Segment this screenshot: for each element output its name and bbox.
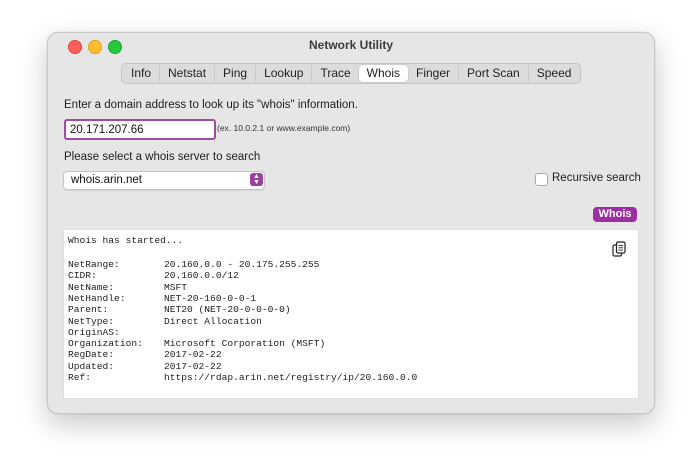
output-value: Microsoft Corporation (MSFT) bbox=[164, 338, 326, 350]
output-key: NetName: bbox=[68, 281, 115, 293]
output-value: 2017-02-22 bbox=[164, 360, 222, 372]
tab-port-scan[interactable]: Port Scan bbox=[458, 65, 528, 82]
tab-finger[interactable]: Finger bbox=[408, 65, 458, 82]
whois-output[interactable]: Whois has started... NetRange: 20.160.0.0… bbox=[63, 229, 639, 399]
output-value: Direct Allocation bbox=[164, 315, 262, 327]
output-value: 2017-02-22 bbox=[164, 349, 222, 361]
tab-speed[interactable]: Speed bbox=[527, 65, 580, 82]
chevron-up-down-icon: ▲ ▼ bbox=[250, 173, 263, 186]
output-key: CIDR: bbox=[68, 270, 97, 282]
copy-icon[interactable] bbox=[612, 241, 626, 257]
domain-hint: (ex. 10.0.2.1 or www.example.com) bbox=[217, 123, 351, 133]
output-value: MSFT bbox=[164, 281, 188, 293]
window-title: Network Utility bbox=[308, 38, 393, 52]
output-value: https://rdap.arin.net/registry/ip/20.160… bbox=[164, 372, 418, 383]
output-value: 20.160.0.0/12 bbox=[164, 270, 239, 282]
output-value: 20.160.0.0 - 20.175.255.255 bbox=[164, 259, 320, 270]
tab-whois[interactable]: Whois bbox=[358, 65, 409, 82]
output-key: Parent: bbox=[68, 304, 109, 316]
output-key: NetRange: bbox=[68, 259, 120, 270]
output-key: Updated: bbox=[68, 360, 115, 372]
tab-lookup[interactable]: Lookup bbox=[255, 65, 311, 82]
output-key: Organization: bbox=[68, 338, 143, 350]
tab-netstat[interactable]: Netstat bbox=[159, 65, 214, 82]
server-prompt: Please select a whois server to search bbox=[64, 151, 261, 163]
output-key: NetHandle: bbox=[68, 292, 126, 304]
output-key: OriginAS: bbox=[68, 326, 120, 338]
domain-input[interactable] bbox=[64, 119, 216, 140]
recursive-search-checkbox[interactable] bbox=[535, 173, 548, 186]
domain-prompt: Enter a domain address to look up its "w… bbox=[64, 99, 358, 111]
tab-trace[interactable]: Trace bbox=[311, 65, 358, 82]
recursive-search-label[interactable]: Recursive search bbox=[552, 172, 641, 184]
output-value: NET-20-160-0-0-1 bbox=[164, 292, 257, 304]
output-key: Ref: bbox=[68, 372, 92, 383]
output-key: NetType: bbox=[68, 315, 115, 327]
title-bar: Network Utility bbox=[48, 33, 654, 59]
tab-bar: Info Netstat Ping Lookup Trace Whois Fin… bbox=[121, 63, 582, 84]
whois-server-value: whois.arin.net bbox=[71, 174, 142, 186]
whois-server-select[interactable]: whois.arin.net ▲ ▼ bbox=[63, 171, 265, 190]
output-key: RegDate: bbox=[68, 349, 115, 361]
output-status: Whois has started... bbox=[68, 235, 184, 246]
output-value: NET20 (NET-20-0-0-0-0) bbox=[164, 304, 291, 316]
tab-info[interactable]: Info bbox=[123, 65, 159, 82]
network-utility-window: Network Utility Info Netstat Ping Lookup… bbox=[47, 32, 655, 414]
tab-ping[interactable]: Ping bbox=[214, 65, 255, 82]
whois-button[interactable]: Whois bbox=[593, 207, 637, 222]
